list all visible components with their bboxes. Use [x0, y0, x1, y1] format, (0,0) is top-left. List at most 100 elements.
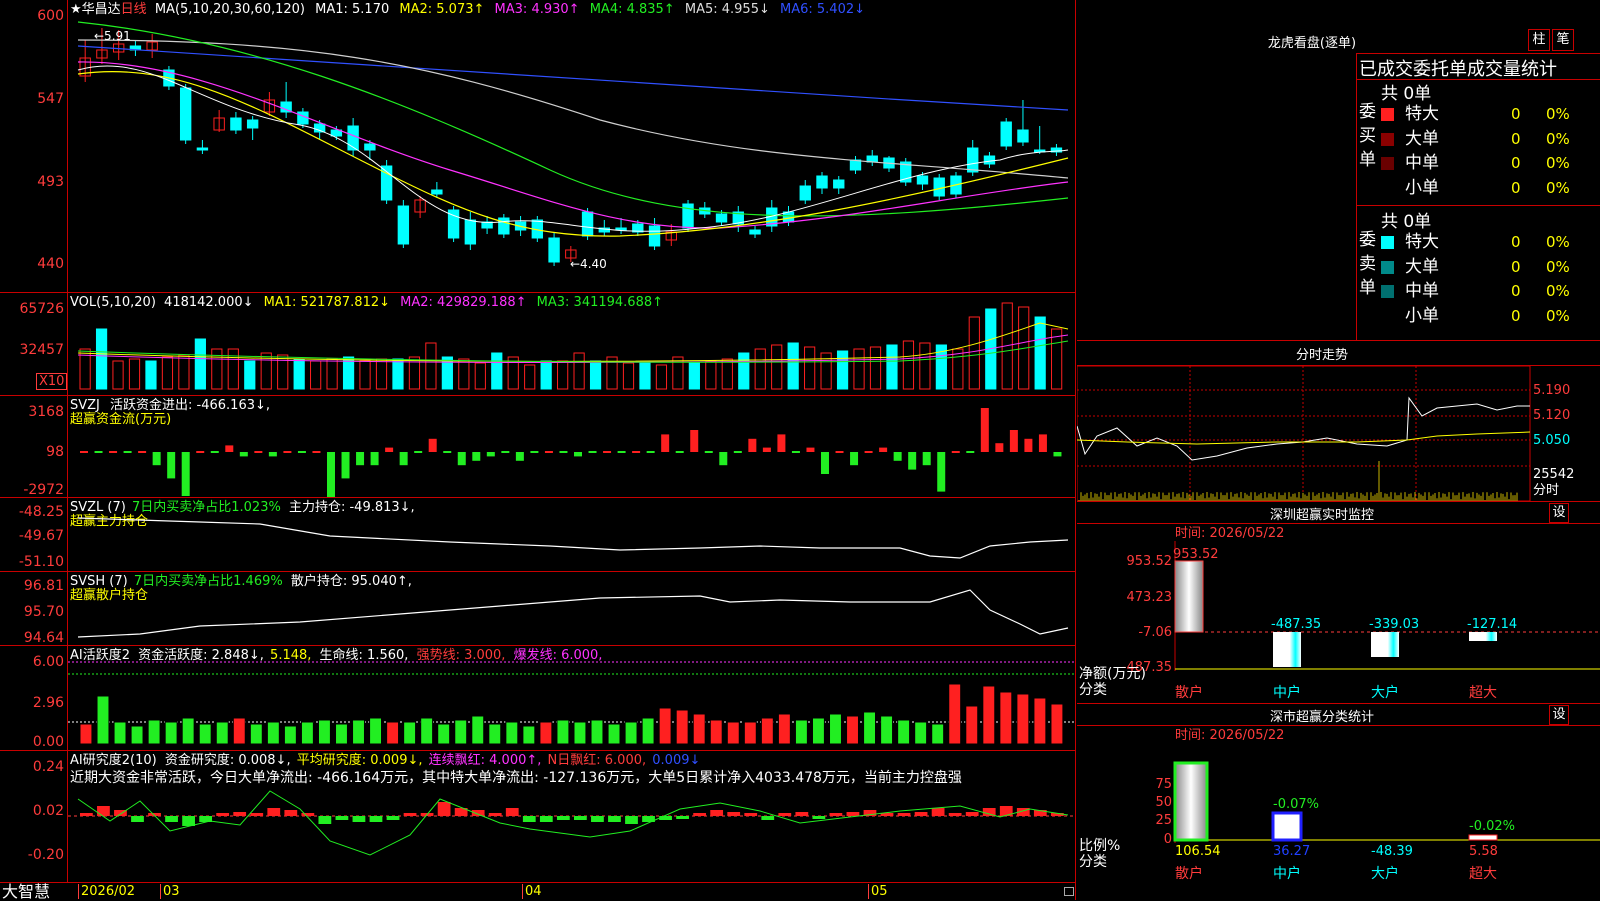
- volume-panel[interactable]: VOL(5,10,20) 418142.000↓ MA1: 521787.812…: [0, 293, 1076, 395]
- svsh-line: [77, 589, 1069, 638]
- price-candles: ←5.91 ←4.40: [77, 21, 1069, 271]
- ai-activity-bar: [709, 719, 723, 745]
- lhb-row: 特大 0 0%: [1381, 231, 1600, 253]
- svzj-bar: [1053, 452, 1062, 457]
- pen-view-button[interactable]: 笔: [1552, 29, 1574, 51]
- research-bar: [403, 813, 417, 816]
- sell-side-label: 委卖单: [1359, 230, 1376, 298]
- svzj-bar: [661, 434, 670, 452]
- svzj-bar: [966, 451, 975, 453]
- column-view-button[interactable]: 柱: [1528, 29, 1550, 51]
- candle-body: [983, 155, 996, 165]
- sz-class-value: 106.54: [1175, 844, 1221, 859]
- tab-filled-orders[interactable]: 已成交委托单成交量统计: [1359, 55, 1557, 79]
- research-bar: [591, 816, 604, 822]
- ma5-line: [77, 39, 1069, 179]
- volume-bar: [491, 352, 503, 390]
- svzj-bar: [152, 452, 161, 466]
- research-bar: [301, 813, 315, 816]
- chart-area[interactable]: ★华昌达日线 MA(5,10,20,30,60,120) MA1: 5.170 …: [0, 0, 1076, 900]
- ai-activity-bar: [624, 721, 638, 745]
- ai-research-panel[interactable]: AI研究度2(10) 资金研究度: 0.008↓, 平均研究度: 0.009↓,…: [0, 751, 1076, 882]
- research-bar: [846, 812, 860, 816]
- volume-bar: [589, 360, 602, 390]
- sz-class-panel[interactable]: 深市超赢分类统计 设 时间: 2026/05/22 75 50 25 0 比例%…: [1077, 703, 1600, 900]
- sz-category: 大户: [1371, 684, 1399, 701]
- svsh-panel[interactable]: SVSH (7) 7日内买卖净占比1.469% 散户持仓: 95.040↑, 超…: [0, 572, 1076, 646]
- ai-activity-bar: [539, 721, 553, 745]
- research-bar: [744, 813, 758, 816]
- research-bar: [574, 816, 587, 820]
- svzj-bar: [937, 452, 946, 492]
- ai-activity-panel[interactable]: AI活跃度2 资金活跃度: 2.848↓, 5.148, 生命线: 1.560,…: [0, 646, 1076, 750]
- buy-total: 共 0单: [1381, 84, 1432, 104]
- volume-bar: [886, 344, 898, 390]
- intraday-vol-label: 25542: [1533, 467, 1575, 482]
- sz-class-bar-super: [1468, 834, 1498, 841]
- high-note: ←5.91: [94, 29, 131, 43]
- volume-bar: [178, 354, 190, 390]
- research-bar: [727, 812, 741, 816]
- date-label: 2026/02: [78, 884, 135, 899]
- ai-activity-bar: [471, 715, 485, 745]
- lhb-row: 大单 0 0%: [1381, 256, 1600, 278]
- volume-bar: [968, 316, 980, 390]
- sz-monitor-panel[interactable]: 深圳超赢实时监控 设 时间: 2026/05/22 953.52 473.23 …: [1077, 501, 1600, 702]
- svzj-panel[interactable]: SVZJ 活跃资金进出: -466.163↓, 超赢资金流(万元) 3168 9…: [0, 396, 1076, 498]
- candle-body: [179, 87, 192, 141]
- ai-activity-bar: [164, 721, 178, 745]
- candle-body: [849, 159, 862, 171]
- intraday-chart: [1077, 366, 1531, 501]
- svzj-bar: [588, 451, 597, 453]
- svzj-bar: [922, 452, 931, 466]
- svzj-bar: [617, 451, 626, 453]
- svzl-series: [77, 517, 1069, 559]
- candle-body: [464, 219, 477, 245]
- ai-activity-bar: [420, 717, 434, 745]
- intraday-price-label: 5.190: [1533, 383, 1571, 398]
- intraday-panel[interactable]: 分时走势 5.190 5.120 5.050 25542 分时: [1077, 341, 1600, 501]
- research-bar: [250, 813, 264, 816]
- svzj-bar: [806, 447, 815, 452]
- svzj-bar: [762, 447, 771, 452]
- svzj-bar: [123, 451, 132, 453]
- svzj-bar: [501, 451, 510, 453]
- svzl-panel[interactable]: SVZL (7) 7日内买卖净占比1.023% 主力持仓: -49.813↓, …: [0, 498, 1076, 571]
- volume-bar: [227, 348, 239, 390]
- ai-activity-bar: [505, 721, 519, 745]
- research-bar: [165, 816, 178, 822]
- lhb-row-pct: 0%: [1546, 233, 1570, 251]
- volume-bar: [326, 358, 338, 390]
- research-bar: [318, 816, 332, 824]
- ai-activity-bar: [880, 715, 894, 745]
- lhb-mid-border: [1356, 205, 1600, 206]
- lhb-row-pct: 0%: [1546, 105, 1570, 123]
- candle-body: [230, 117, 242, 131]
- research-bar: [369, 816, 383, 822]
- volume-bar: [738, 352, 750, 390]
- ai-activity-bar: [147, 719, 161, 745]
- buy-side-label: 委买单: [1359, 102, 1376, 170]
- svzj-bar: [748, 438, 757, 452]
- lhb-row-value: 0: [1511, 178, 1521, 197]
- ai-activity-bar: [675, 709, 689, 745]
- research-bar: [778, 813, 792, 816]
- lhb-row-label: 大单: [1405, 128, 1439, 149]
- volume-bar: [721, 358, 733, 390]
- price-panel[interactable]: ★华昌达日线 MA(5,10,20,30,60,120) MA1: 5.170 …: [0, 0, 1076, 292]
- volume-bar: [524, 364, 536, 390]
- ai-activity-bar: [522, 725, 536, 745]
- sz-class-top-value: -0.02%: [1469, 819, 1515, 834]
- sz-bar-medium: [1273, 632, 1301, 667]
- svzj-bar: [850, 452, 859, 466]
- svzj-bar: [486, 452, 495, 457]
- candle-body: [498, 217, 510, 235]
- lock-icon[interactable]: [1064, 887, 1074, 896]
- ai-activity-bars: [68, 661, 1075, 745]
- sz-class-bar-retail: [1173, 761, 1209, 842]
- volume-bar: [919, 342, 931, 390]
- ai-activity-bar: [863, 711, 877, 745]
- lhb-row-label: 中单: [1405, 281, 1439, 301]
- ai-activity-bar: [794, 719, 808, 745]
- svzj-bar: [719, 452, 728, 466]
